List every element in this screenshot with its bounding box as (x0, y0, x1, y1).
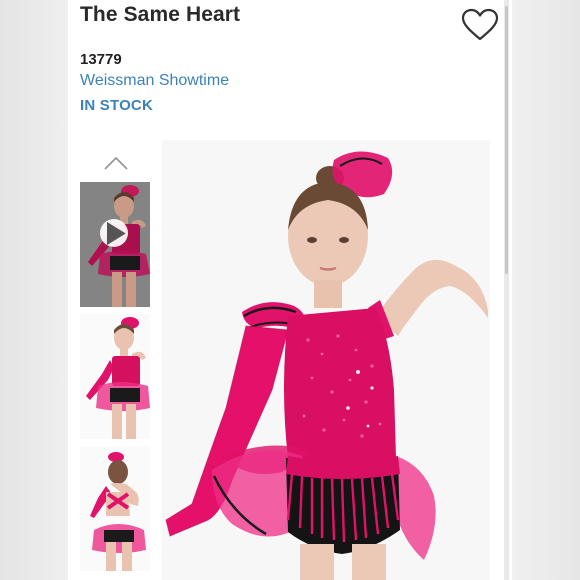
favorite-heart-icon[interactable] (461, 8, 499, 42)
play-icon[interactable] (100, 219, 128, 247)
product-sku: 13779 (80, 51, 122, 68)
scrollbar-thumb[interactable] (505, 6, 508, 274)
gallery-thumbnail-front[interactable] (80, 314, 150, 439)
stock-status: IN STOCK (80, 97, 153, 114)
page-background-right (512, 0, 580, 580)
gallery-thumbnail-back[interactable] (80, 446, 150, 571)
main-product-image[interactable] (162, 140, 490, 580)
gallery-thumbnail-video[interactable] (80, 182, 150, 307)
product-title: The Same Heart (80, 3, 241, 26)
thumbnail-dancer-front-image (80, 314, 150, 439)
brand-link[interactable]: Weissman Showtime (80, 72, 229, 90)
product-panel: The Same Heart 13779 Weissman Showtime I… (68, 0, 512, 580)
page-background-left (0, 0, 68, 580)
thumbnail-dancer-back-image (80, 446, 150, 571)
dancer-costume-image (162, 140, 490, 580)
chevron-up-icon[interactable] (102, 154, 130, 172)
